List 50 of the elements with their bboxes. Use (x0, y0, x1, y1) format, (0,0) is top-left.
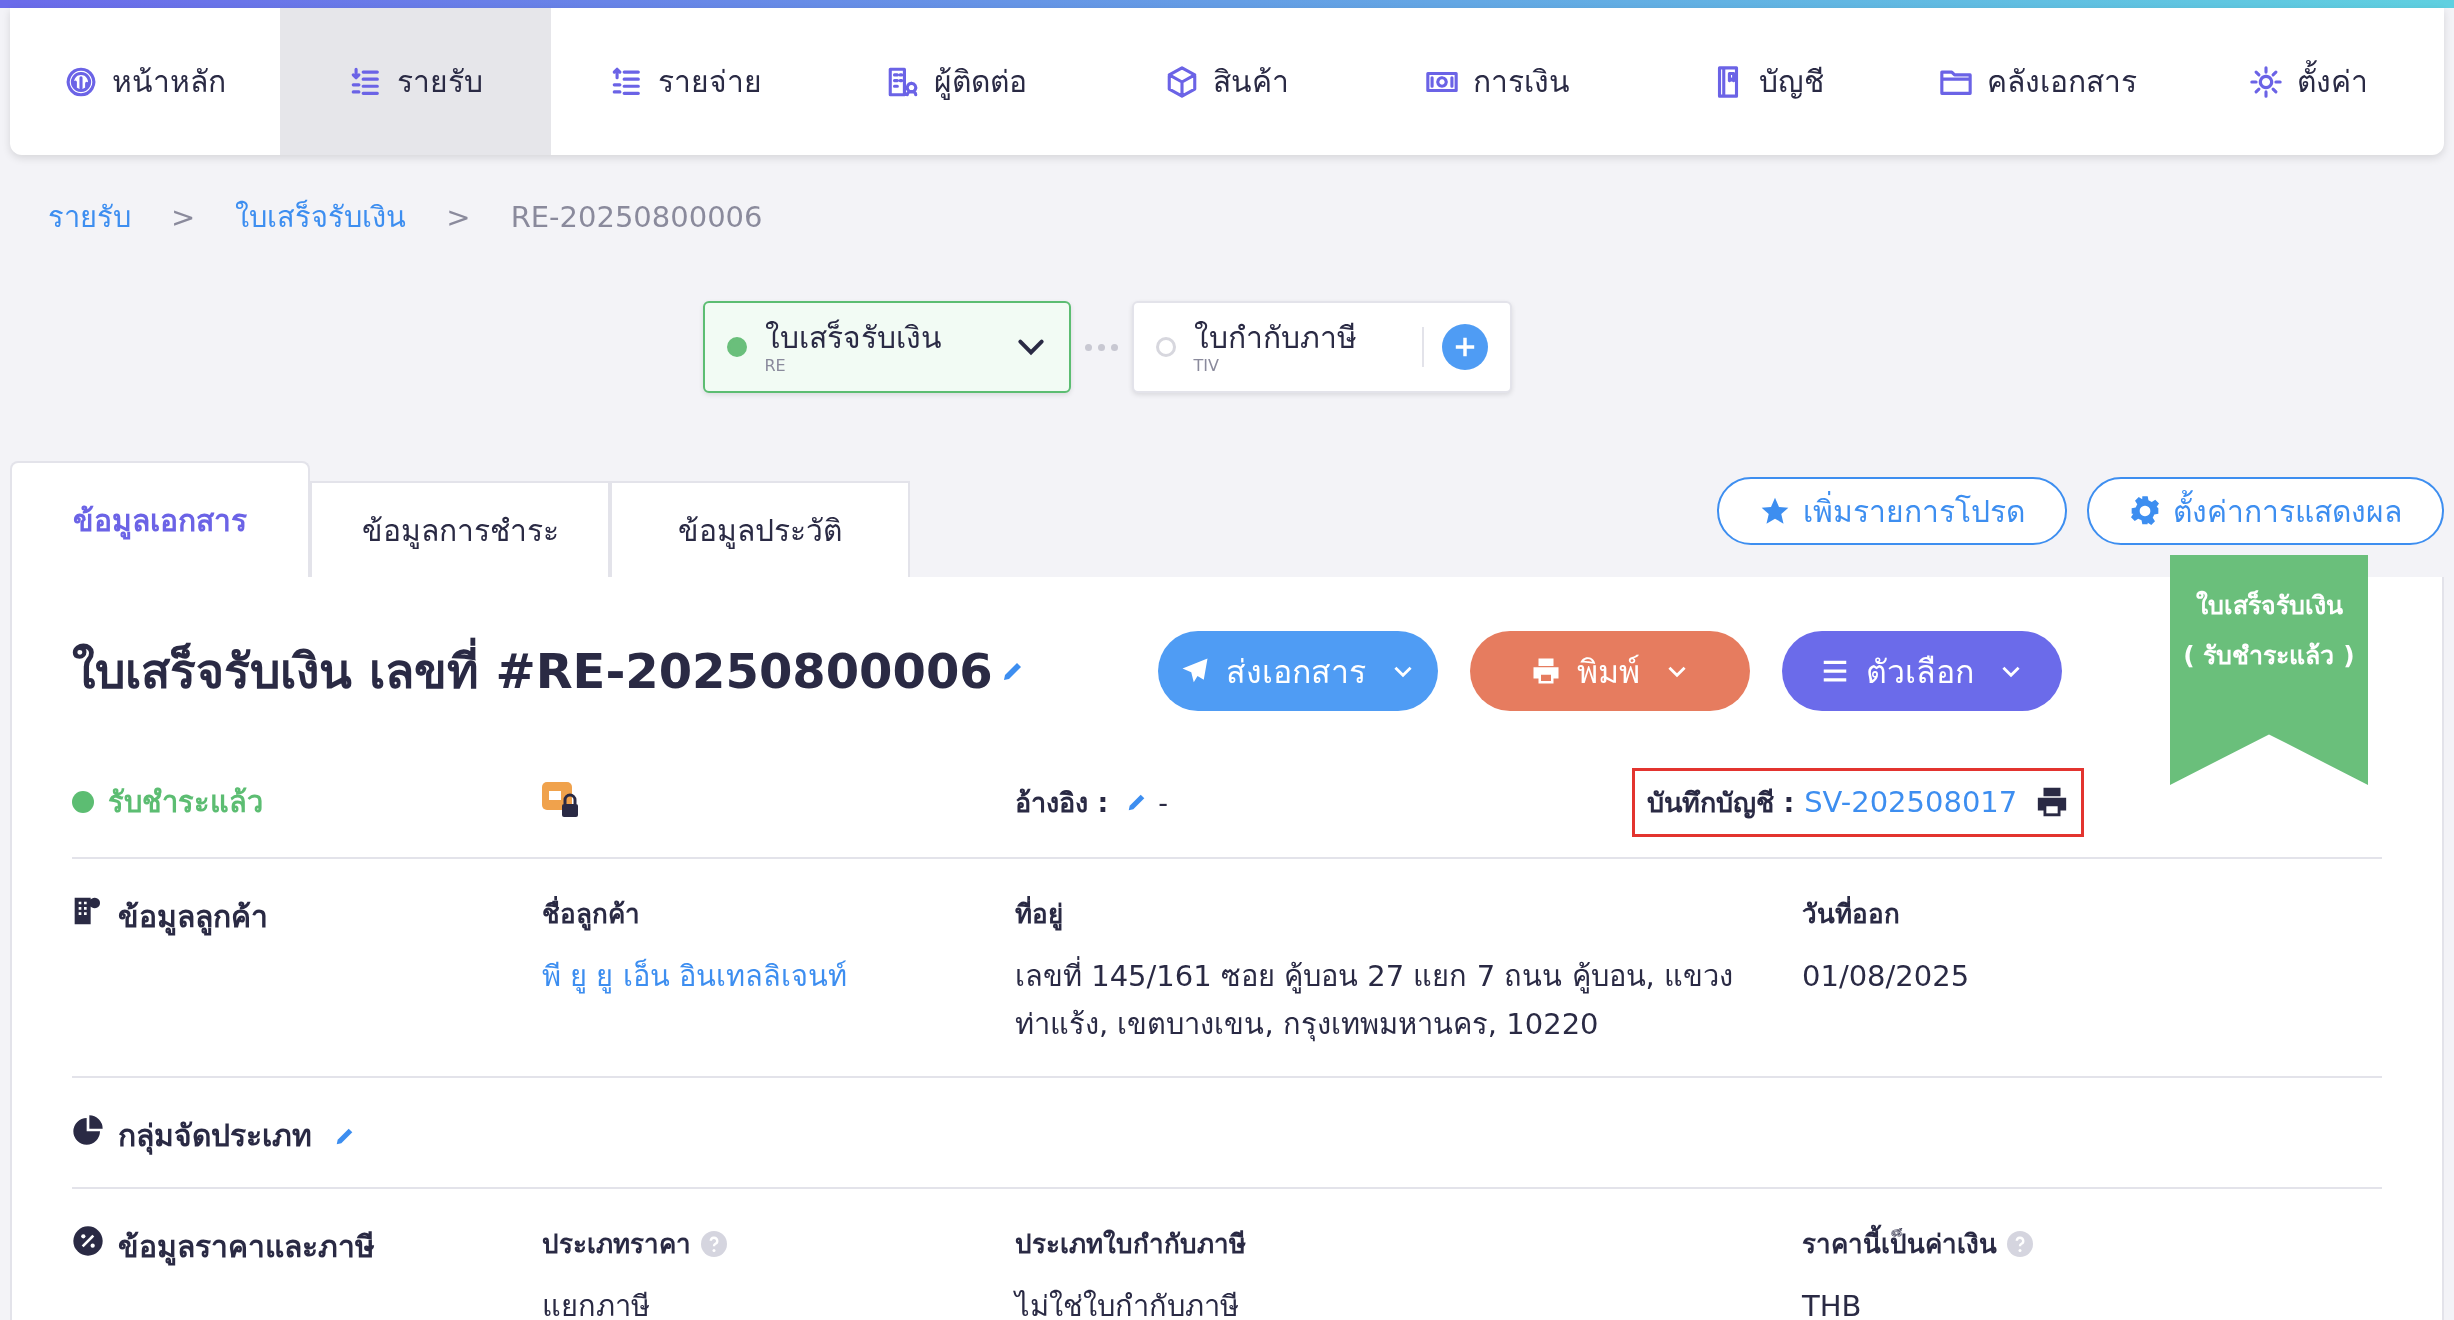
percent-badge-icon (72, 1225, 104, 1257)
field-label: ที่อยู่ (1015, 893, 1063, 934)
nav-tab[interactable]: คลังเอกสาร (1903, 8, 2174, 155)
field-value: เลขที่ 145/161 ซอย คู้บอน 27 แยก 7 ถนน คู้บอน, แขวงท่าแร้ง, เขตบางเขน, กรุงเทพมหานคร, 10220 (1015, 952, 1802, 1048)
flow-document-code: RE (764, 355, 787, 375)
document-title: ใบเสร็จรับเงิน เลขที่ #RE-20250800006 (72, 633, 993, 709)
flow-document-code: TIV (1193, 355, 1220, 375)
field-value: ไม่ใช่ใบกำกับภาษี (1015, 1288, 1240, 1320)
breadcrumb-separator: > (446, 200, 471, 234)
section-title: กลุ่มจัดประเภท (118, 1117, 312, 1157)
reference-label: อ้างอิง : (1015, 785, 1109, 820)
tab[interactable]: ข้อมูลการชำระ (310, 481, 610, 579)
status-dot (726, 337, 747, 357)
nav-tab[interactable]: ตั้งค่า (2173, 8, 2444, 155)
flow-document-title: ใบเสร็จรับเงิน (764, 319, 943, 356)
breadcrumb-current: RE-20250800006 (510, 200, 763, 234)
tab[interactable]: ข้อมูลประวัติ (610, 481, 910, 579)
field-label: วันที่ออก (1802, 893, 1900, 934)
section-title: ข้อมูลราคาและภาษี (118, 1228, 375, 1268)
field-value: THB (1802, 1288, 1863, 1320)
reference-value: - (1158, 786, 1168, 818)
nav-tab[interactable]: บัญชี (1632, 8, 1904, 155)
nav-tab[interactable]: รายจ่าย (550, 8, 822, 155)
field-label: ราคานี้เป็นค่าเงิน (1802, 1223, 1997, 1264)
field-label: ชื่อลูกค้า (542, 893, 640, 934)
pie-chart-icon (72, 1114, 104, 1146)
field-label: ประเภทราคา (542, 1228, 691, 1261)
ribbon-text: ใบเสร็จรับเงิน (2195, 589, 2343, 622)
breadcrumb-separator: > (171, 200, 196, 234)
field-value: 01/08/2025 (1802, 958, 1971, 995)
ledger-label: บันทึกบัญชี : (1647, 785, 1795, 821)
menu-button[interactable]: ตัวเลือก (1782, 631, 2062, 711)
flow-document-title: ใบกำกับภาษี (1193, 319, 1358, 356)
field-label: ประเภทใบกำกับภาษี (1015, 1228, 1246, 1261)
nav-tab[interactable]: การเงิน (1362, 8, 1633, 155)
document-flow-card[interactable]: ใบกำกับภาษี TIV (1131, 301, 1512, 393)
status-label: รับชำระแล้ว (108, 784, 263, 821)
status-dot (1155, 337, 1176, 357)
tab[interactable]: ข้อมูลเอกสาร (10, 461, 310, 579)
field-value: แยกภาษี (542, 1288, 651, 1320)
connector-dots (1084, 343, 1118, 351)
nav-tab[interactable]: หน้าหลัก (10, 8, 281, 155)
document-flow-card[interactable]: ใบเสร็จรับเงิน RE (702, 301, 1071, 393)
section-title: ข้อมูลลูกค้า (118, 898, 268, 938)
ribbon-text: ( รับชำระแล้ว ) (2183, 640, 2355, 672)
nav-tab[interactable]: รายรับ (280, 8, 551, 155)
add-icon[interactable] (1441, 324, 1488, 370)
nav-tab[interactable]: ผู้ติดต่อ (821, 8, 1092, 155)
gear-icon (2129, 495, 2161, 527)
nav-tab[interactable]: สินค้า (1091, 8, 1363, 155)
